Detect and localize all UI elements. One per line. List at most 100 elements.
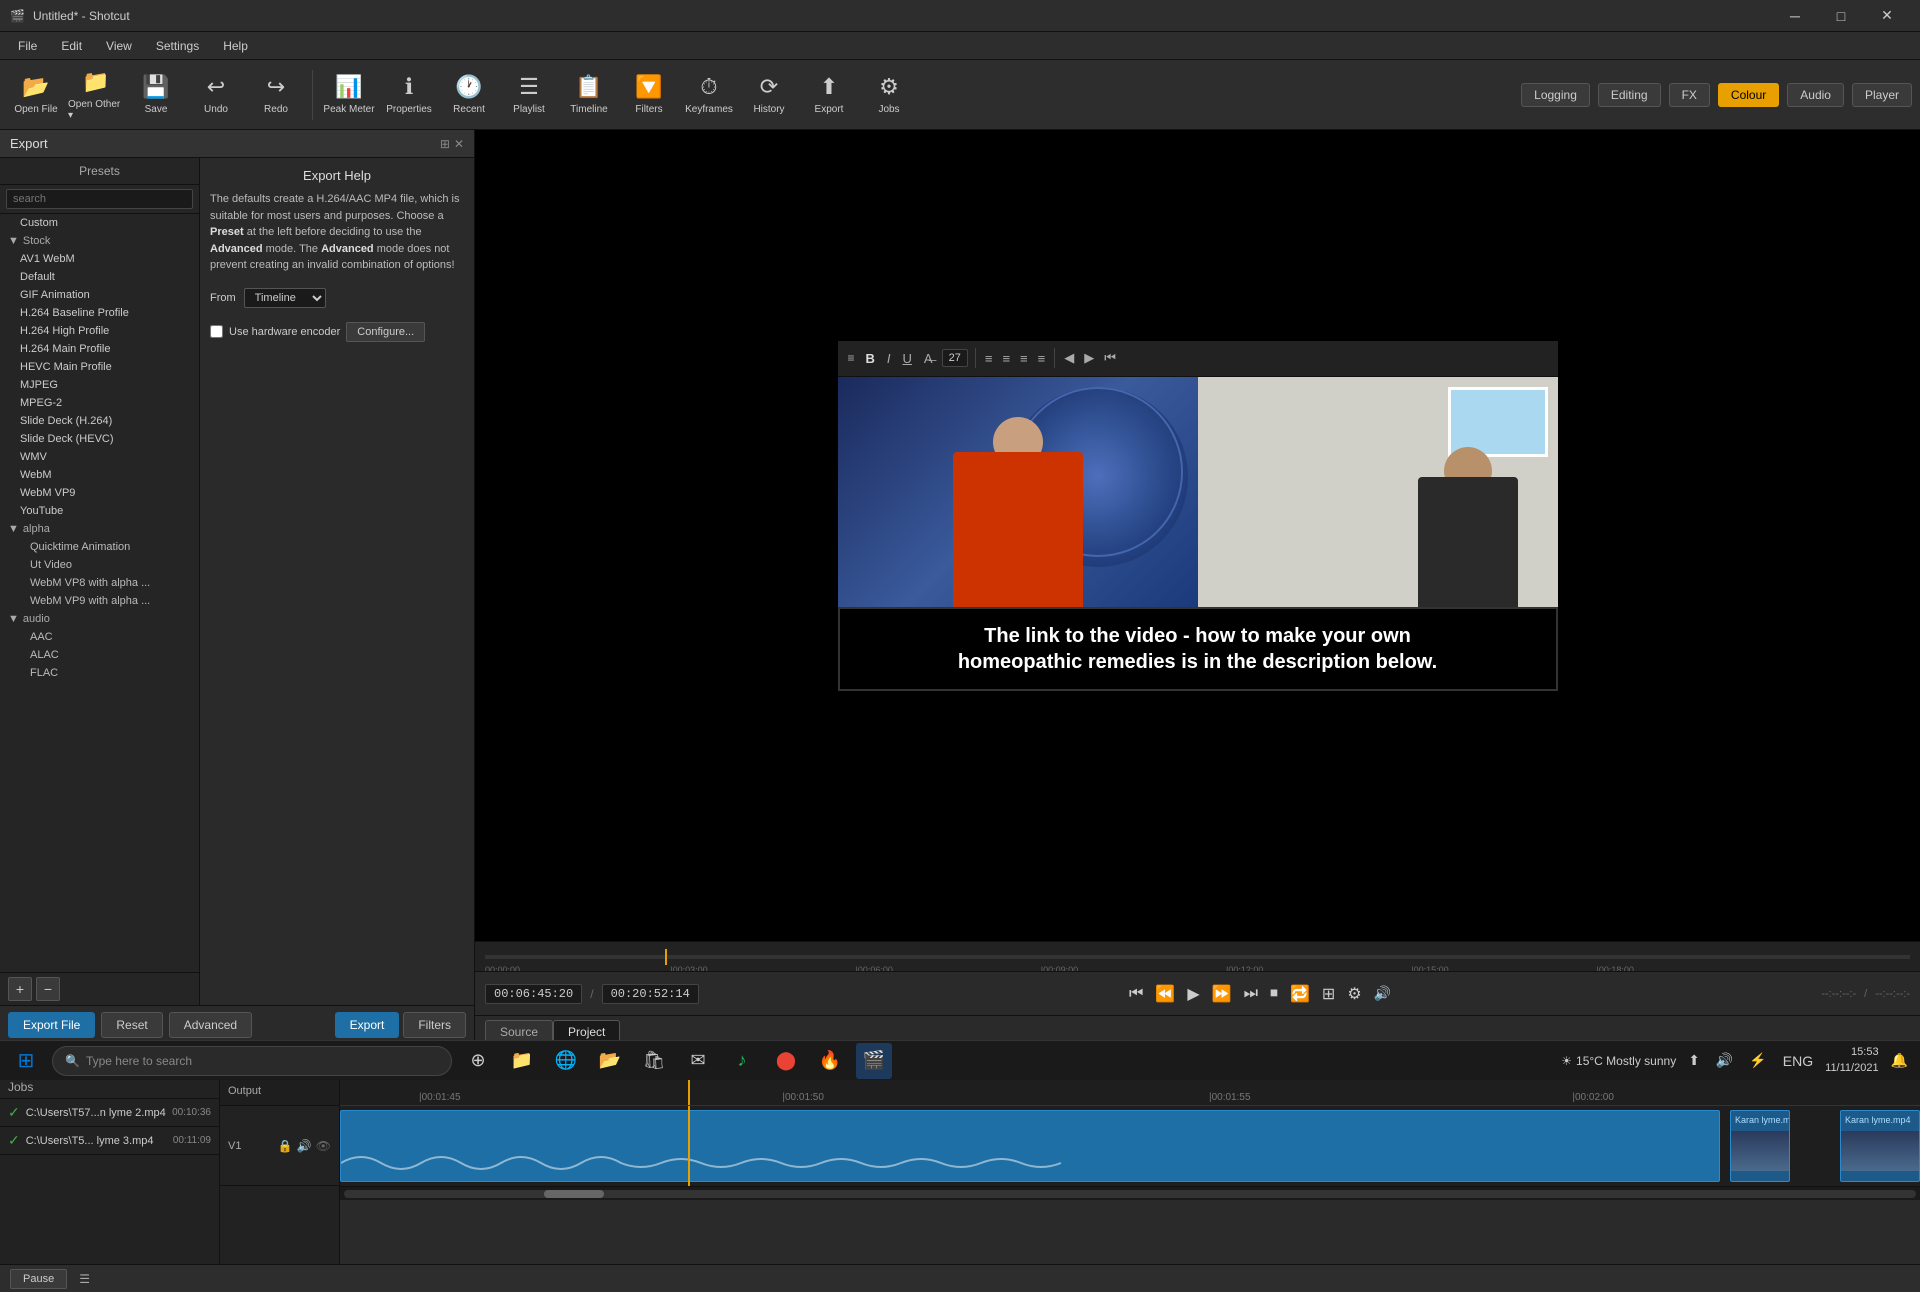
preset-mjpeg[interactable]: MJPEG	[0, 376, 199, 394]
preset-webm[interactable]: WebM	[0, 466, 199, 484]
timeline-button[interactable]: 📋 Timeline	[561, 65, 617, 125]
timeline-playhead[interactable]	[688, 1106, 690, 1186]
remove-preset-button[interactable]: −	[36, 977, 60, 1001]
preset-category-alpha[interactable]: ▼ alpha	[0, 520, 199, 538]
clock-display[interactable]: 15:53 11/11/2021	[1825, 1045, 1878, 1076]
align-justify-icon[interactable]: ≡	[1034, 349, 1050, 368]
logging-mode-button[interactable]: Logging	[1521, 83, 1590, 107]
preset-ut-video[interactable]: Ut Video	[0, 556, 199, 574]
preset-category-audio[interactable]: ▼ audio	[0, 610, 199, 628]
filters-button[interactable]: 🔽 Filters	[621, 65, 677, 125]
skip-to-start-button[interactable]: ⏮	[1125, 981, 1147, 1007]
scroll-thumb[interactable]	[544, 1190, 604, 1198]
preset-av1-webm[interactable]: AV1 WebM	[0, 250, 199, 268]
italic-button[interactable]: I	[882, 349, 896, 368]
clip-karan-1[interactable]: Karan lyme.mp4	[1730, 1110, 1790, 1182]
file-manager-taskbar-button[interactable]: 📂	[592, 1043, 628, 1079]
current-timecode[interactable]: 00:06:45:20	[485, 984, 582, 1004]
save-button[interactable]: 💾 Save	[128, 65, 184, 125]
preset-h264-high[interactable]: H.264 High Profile	[0, 322, 199, 340]
clip-karan-2[interactable]: Karan lyme.mp4	[1840, 1110, 1920, 1182]
properties-button[interactable]: ℹ Properties	[381, 65, 437, 125]
prev-frame-icon[interactable]: ◀	[1060, 348, 1078, 368]
main-timeline-clip[interactable]	[340, 1110, 1720, 1182]
volume-button[interactable]: 🔊	[1370, 981, 1395, 1006]
menu-file[interactable]: File	[8, 37, 47, 55]
reset-button[interactable]: Reset	[101, 1012, 162, 1038]
preset-alac[interactable]: ALAC	[0, 646, 199, 664]
preset-custom[interactable]: Custom	[0, 214, 199, 232]
from-select[interactable]: Timeline Source Each Clip	[244, 288, 326, 308]
minimize-button[interactable]: ─	[1772, 0, 1818, 32]
skip-to-end-button[interactable]: ⏭	[1240, 981, 1262, 1007]
open-other-button[interactable]: 📁 Open Other ▾	[68, 65, 124, 125]
preset-aac[interactable]: AAC	[0, 628, 199, 646]
float-icon[interactable]: ⊞	[440, 137, 450, 151]
grid-button[interactable]: ⊞	[1318, 980, 1339, 1008]
settings-button[interactable]: ⚙	[1343, 980, 1365, 1008]
editing-mode-button[interactable]: Editing	[1598, 83, 1661, 107]
hw-encoder-checkbox[interactable]	[210, 325, 223, 338]
loop-button[interactable]: 🔁	[1286, 980, 1314, 1008]
player-mode-button[interactable]: Player	[1852, 83, 1912, 107]
format-icon[interactable]: ≡	[844, 349, 859, 367]
menu-view[interactable]: View	[96, 37, 142, 55]
track-lock-icon[interactable]: 🔒	[278, 1139, 293, 1153]
peak-meter-button[interactable]: 📊 Peak Meter	[321, 65, 377, 125]
export-button[interactable]: ⬆ Export	[801, 65, 857, 125]
preset-slide-h264[interactable]: Slide Deck (H.264)	[0, 412, 199, 430]
add-preset-button[interactable]: +	[8, 977, 32, 1001]
rewind-icon[interactable]: ⏮	[1100, 348, 1120, 368]
edge-taskbar-button[interactable]: 🌐	[548, 1043, 584, 1079]
preset-slide-hevc[interactable]: Slide Deck (HEVC)	[0, 430, 199, 448]
spotify-taskbar-button[interactable]: ♪	[724, 1043, 760, 1079]
track-v1-content[interactable]: Karan lyme.mp4 Karan lyme.mp4	[340, 1106, 1920, 1186]
lang-display[interactable]: ENG	[1779, 1049, 1817, 1073]
configure-button[interactable]: Configure...	[346, 322, 425, 342]
store-taskbar-button[interactable]: 🛍	[636, 1043, 672, 1079]
menu-edit[interactable]: Edit	[51, 37, 92, 55]
network-icon[interactable]: ⬆	[1684, 1048, 1704, 1073]
preset-h264-baseline[interactable]: H.264 Baseline Profile	[0, 304, 199, 322]
filters-tab[interactable]: Filters	[403, 1012, 466, 1038]
track-eye-icon[interactable]: 👁	[316, 1139, 331, 1153]
menu-settings[interactable]: Settings	[146, 37, 209, 55]
preset-quicktime[interactable]: Quicktime Animation	[0, 538, 199, 556]
app-taskbar-button[interactable]: 🔥	[812, 1043, 848, 1079]
open-file-button[interactable]: 📂 Open File	[8, 65, 64, 125]
task-view-button[interactable]: ⊕	[460, 1043, 496, 1079]
align-left-icon[interactable]: ≡	[981, 349, 997, 368]
close-button[interactable]: ✕	[1864, 0, 1910, 32]
weather-display[interactable]: ☀ 15°C Mostly sunny	[1561, 1054, 1676, 1068]
align-right-icon[interactable]: ≡	[1016, 349, 1032, 368]
strikethrough-button[interactable]: A̶	[919, 349, 938, 368]
preset-hevc-main[interactable]: HEVC Main Profile	[0, 358, 199, 376]
track-mute-icon[interactable]: 🔊	[297, 1139, 312, 1153]
job-item-1[interactable]: ✓ C:\Users\T57...n lyme 2.mp4 00:10:36	[0, 1099, 219, 1127]
battery-icon[interactable]: ⚡	[1745, 1048, 1770, 1073]
horizontal-scrollbar[interactable]	[340, 1186, 1920, 1200]
underline-button[interactable]: U	[898, 349, 917, 368]
taskbar-search[interactable]: 🔍 Type here to search	[52, 1046, 452, 1076]
hamburger-icon[interactable]: ☰	[75, 1270, 94, 1288]
presets-search-input[interactable]	[6, 189, 193, 209]
preset-webm-vp8-alpha[interactable]: WebM VP8 with alpha ...	[0, 574, 199, 592]
shotcut-taskbar-button[interactable]: 🎬	[856, 1043, 892, 1079]
menu-help[interactable]: Help	[213, 37, 258, 55]
align-center-icon[interactable]: ≡	[998, 349, 1014, 368]
step-forward-button[interactable]: ⏩	[1208, 980, 1236, 1008]
step-back-button[interactable]: ⏪	[1151, 980, 1179, 1008]
pause-button[interactable]: Pause	[10, 1269, 67, 1289]
preset-h264-main[interactable]: H.264 Main Profile	[0, 340, 199, 358]
fx-mode-button[interactable]: FX	[1669, 83, 1710, 107]
play-button[interactable]: ▶	[1183, 980, 1203, 1008]
preset-wmv[interactable]: WMV	[0, 448, 199, 466]
colour-mode-button[interactable]: Colour	[1718, 83, 1779, 107]
jobs-button[interactable]: ⚙ Jobs	[861, 65, 917, 125]
recent-button[interactable]: 🕐 Recent	[441, 65, 497, 125]
notification-icon[interactable]: 🔔	[1887, 1048, 1912, 1073]
advanced-button[interactable]: Advanced	[169, 1012, 252, 1038]
volume-sys-icon[interactable]: 🔊	[1712, 1048, 1737, 1073]
next-frame-icon[interactable]: ▶	[1080, 348, 1098, 368]
preset-category-stock[interactable]: ▼ Stock	[0, 232, 199, 250]
